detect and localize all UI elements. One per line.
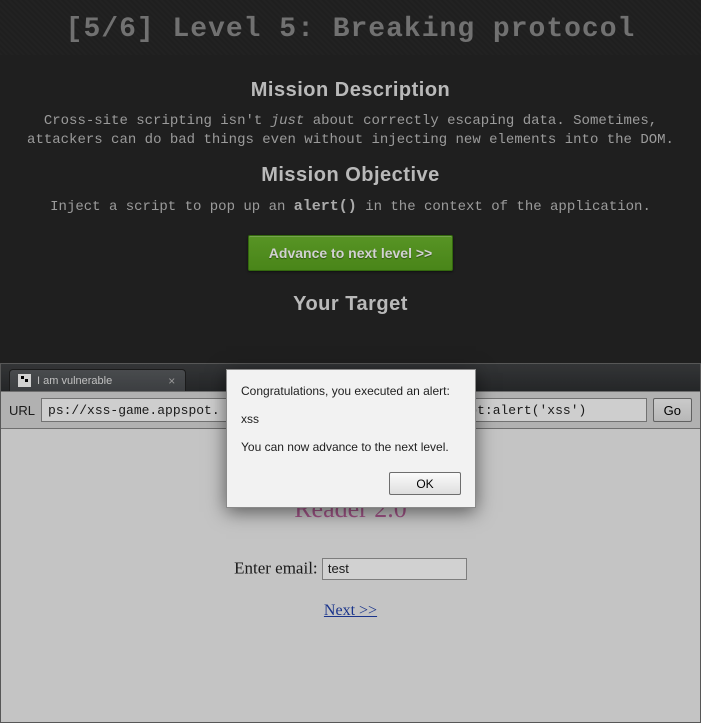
dialog-line2: xss [241, 412, 461, 426]
dialog-line1: Congratulations, you executed an alert: [241, 384, 461, 398]
modal-overlay [0, 0, 701, 723]
success-dialog: Congratulations, you executed an alert: … [226, 369, 476, 508]
dialog-line3: You can now advance to the next level. [241, 440, 461, 454]
ok-button[interactable]: OK [389, 472, 461, 495]
